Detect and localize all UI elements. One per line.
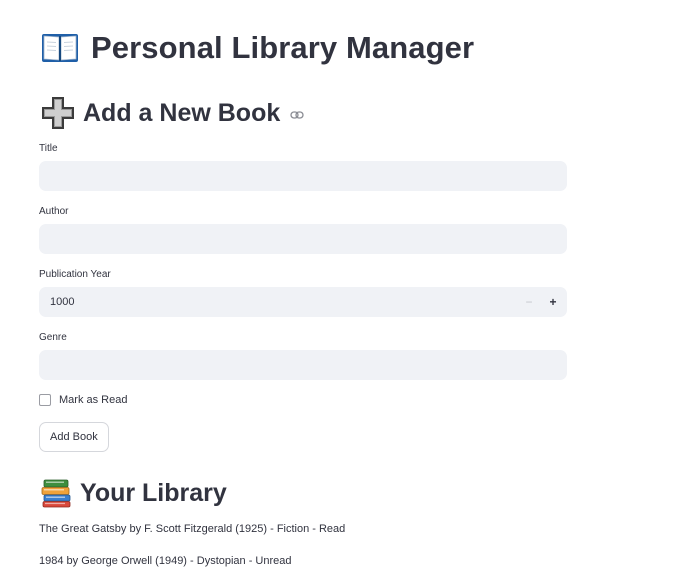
library-heading-text: Your Library [80, 478, 227, 507]
author-input-container [39, 224, 567, 254]
author-label: Author [39, 206, 69, 217]
page-title: Personal Library Manager [41, 30, 474, 66]
page-title-text: Personal Library Manager [91, 30, 475, 65]
genre-label: Genre [39, 332, 67, 343]
plus-icon [41, 96, 75, 130]
mark-as-read-checkbox[interactable]: Mark as Read [39, 394, 127, 406]
title-input[interactable] [40, 162, 566, 190]
add-book-button[interactable]: Add Book [39, 422, 109, 452]
book-list-item: The Great Gatsby by F. Scott Fitzgerald … [39, 523, 346, 535]
library-heading: Your Library [41, 478, 227, 508]
add-book-heading: Add a New Book [41, 96, 304, 130]
books-icon [41, 478, 72, 508]
year-decrement-button[interactable]: − [517, 288, 541, 316]
genre-input[interactable] [40, 351, 566, 379]
mark-as-read-label: Mark as Read [59, 394, 128, 406]
year-label: Publication Year [39, 269, 111, 280]
link-icon[interactable] [290, 110, 304, 120]
title-label: Title [39, 143, 58, 154]
year-input[interactable]: 1000 [40, 296, 517, 308]
title-input-container [39, 161, 567, 191]
checkbox-box[interactable] [39, 394, 51, 406]
genre-input-container [39, 350, 567, 380]
add-book-heading-text: Add a New Book [83, 98, 281, 127]
year-number-input: 1000 − + [39, 287, 567, 317]
book-list-item: 1984 by George Orwell (1949) - Dystopian… [39, 555, 292, 567]
year-increment-button[interactable]: + [541, 288, 565, 316]
book-icon [41, 31, 79, 65]
author-input[interactable] [40, 225, 566, 253]
